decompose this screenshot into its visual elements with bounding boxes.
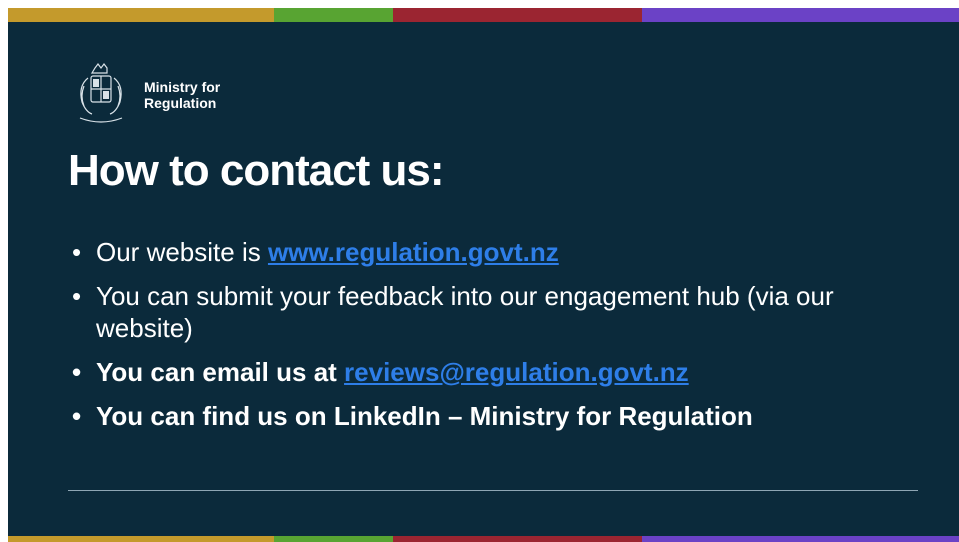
stripe-gold (8, 8, 274, 22)
stripe-red (393, 536, 642, 542)
stripe-green (274, 536, 393, 542)
email-link[interactable]: reviews@regulation.govt.nz (344, 357, 689, 387)
ministry-name-line1: Ministry for (144, 79, 221, 95)
bottom-color-stripe (8, 536, 959, 542)
ministry-name: Ministry for Regulation (144, 79, 220, 111)
contact-list: Our website is www.regulation.govt.nz Yo… (70, 236, 930, 444)
website-link[interactable]: www.regulation.govt.nz (268, 237, 559, 267)
slide: Ministry for Regulation How to contact u… (8, 8, 959, 542)
list-item-email: You can email us at reviews@regulation.g… (70, 356, 930, 388)
feedback-text: You can submit your feedback into our en… (96, 281, 834, 343)
page-title: How to contact us: (68, 146, 445, 195)
stripe-gold (8, 536, 274, 542)
list-item-feedback: You can submit your feedback into our en… (70, 280, 930, 344)
ministry-name-line2: Regulation (144, 95, 217, 111)
stripe-purple (642, 8, 959, 22)
stripe-red (393, 8, 642, 22)
coat-of-arms-icon (79, 63, 123, 123)
stripe-green (274, 8, 393, 22)
website-label: Our website is (96, 237, 268, 267)
list-item-website: Our website is www.regulation.govt.nz (70, 236, 930, 268)
email-label: You can email us at (96, 357, 345, 387)
divider (68, 490, 918, 491)
top-color-stripe (8, 8, 959, 22)
list-item-linkedin: You can find us on LinkedIn – Ministry f… (70, 400, 930, 432)
ministry-logo: Ministry for Regulation (66, 60, 220, 130)
linkedin-text: You can find us on LinkedIn – Ministry f… (96, 401, 753, 431)
stripe-purple (642, 536, 959, 542)
